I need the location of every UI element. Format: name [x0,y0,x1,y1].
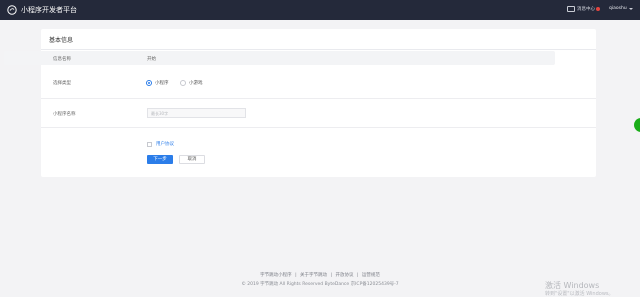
notification-dot [596,7,600,11]
floating-help-button[interactable] [634,118,640,132]
agreement-checkbox[interactable] [147,141,152,147]
username: qiaoshu [609,6,627,11]
form-row-info-name [4,51,555,65]
radio-mini-game-label: 小游戏 [189,81,203,86]
radio-mini-program[interactable]: 小程序 [146,80,169,86]
radio-mini-game[interactable]: 小游戏 [180,80,203,86]
chevron-down-icon [628,7,633,10]
brand[interactable]: 小程序开发者平台 [7,4,77,16]
agreement[interactable]: 用户协议 [147,141,174,147]
user-agreement-link[interactable]: 用户协议 [156,141,174,147]
top-navigation-bar: 小程序开发者平台 消息中心 qiaoshu [0,0,640,20]
message-center-label: 消息中心 [577,7,595,12]
radio-mini-program-label: 小程序 [155,81,169,86]
footer-links: 字节跳动小程序 | 关于字节跳动 | 开放协议 | 运营规范 [0,272,640,278]
type-label: 选择类型 [53,81,71,86]
mini-program-name-label: 小程序名称 [53,112,76,117]
radio-unselected-icon [180,80,186,86]
info-name-label: 信息名称 [53,57,71,62]
footer-link[interactable]: 开放协议 [335,273,353,278]
footer-link[interactable]: 字节跳动小程序 [260,273,292,278]
footer-link[interactable]: 运营规范 [362,273,380,278]
next-button[interactable]: 下一步 [147,155,173,164]
cancel-button[interactable]: 取消 [179,155,205,164]
row-divider [41,127,596,128]
mini-program-name-input[interactable] [147,108,246,118]
user-menu[interactable]: qiaoshu [609,6,633,11]
footer-separator: | [330,273,333,278]
footer-copyright: © 2019 字节跳动 All Rights Reserved ByteDanc… [241,282,399,287]
card-title: 基本信息 [49,37,74,44]
info-name-value: 开始 [147,57,156,62]
message-center[interactable]: 消息中心 [567,6,600,12]
app-title: 小程序开发者平台 [21,6,77,14]
mail-icon [567,6,575,12]
row-divider [41,98,596,99]
footer-link[interactable]: 关于字节跳动 [300,273,327,278]
divider [41,49,596,50]
footer-separator: | [356,273,359,278]
logo-icon [7,5,17,15]
radio-selected-icon [146,80,152,86]
footer-separator: | [295,273,297,278]
